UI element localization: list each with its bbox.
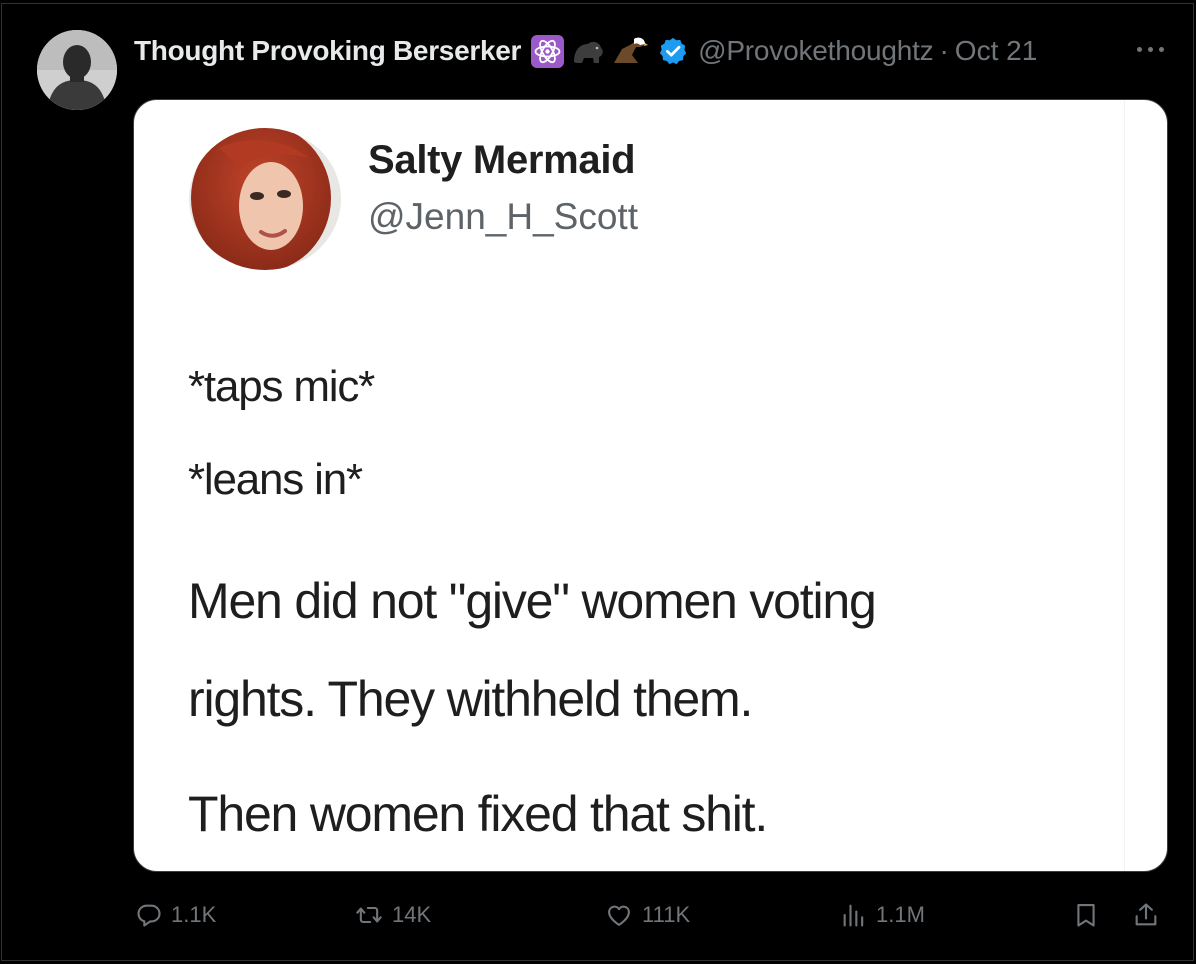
embedded-text-line: rights. They withheld them.	[188, 671, 753, 727]
views-button[interactable]: 1.1M	[840, 895, 925, 935]
views-icon	[843, 904, 864, 927]
reply-icon	[137, 904, 161, 927]
repost-button[interactable]: 14K	[354, 895, 431, 935]
reply-button[interactable]: 1.1K	[135, 895, 216, 935]
author-handle[interactable]: @Provokethoughtz	[698, 35, 934, 67]
post-date[interactable]: Oct 21	[955, 35, 1037, 67]
author-avatar[interactable]	[37, 30, 117, 110]
embedded-text-line: *leans in*	[188, 455, 363, 504]
heart-icon	[608, 905, 630, 926]
atom-emoji-icon	[531, 34, 565, 68]
embedded-text-line: *taps mic*	[188, 362, 375, 411]
author-name[interactable]: Thought Provoking Berserker	[134, 35, 521, 67]
more-icon[interactable]	[1130, 34, 1170, 64]
embedded-avatar	[189, 128, 341, 270]
post-media-image[interactable]: Salty Mermaid @Jenn_H_Scott *taps mic* *…	[133, 99, 1168, 872]
embedded-text-line: Then women fixed that shit.	[188, 786, 768, 842]
share-button[interactable]	[1132, 895, 1168, 935]
eagle-emoji-icon	[612, 34, 649, 68]
more-dot	[1147, 46, 1153, 52]
retweet-icon	[356, 906, 382, 924]
gorilla-emoji-icon	[570, 34, 606, 68]
like-count: 111K	[642, 902, 691, 927]
action-bar: 1.1K 14K 111K 1.1M	[0, 895, 1196, 935]
verified-badge-icon[interactable]	[658, 34, 688, 68]
post-header: Thought Provoking Berserker @Provokethou…	[134, 30, 1037, 72]
share-icon	[1135, 903, 1157, 926]
bookmark-icon	[1077, 904, 1095, 927]
header-separator: ·	[939, 35, 949, 66]
view-count: 1.1M	[876, 902, 925, 927]
bookmark-button[interactable]	[1072, 895, 1108, 935]
more-dot	[1136, 46, 1142, 52]
reply-count: 1.1K	[171, 902, 217, 927]
more-dot	[1158, 46, 1164, 52]
like-button[interactable]: 111K	[604, 895, 690, 935]
embedded-text-line: Men did not "give" women voting	[188, 573, 877, 629]
repost-count: 14K	[392, 902, 432, 927]
embedded-name: Salty Mermaid	[368, 138, 636, 182]
image-edge	[1124, 100, 1125, 871]
embedded-handle: @Jenn_H_Scott	[368, 196, 638, 237]
